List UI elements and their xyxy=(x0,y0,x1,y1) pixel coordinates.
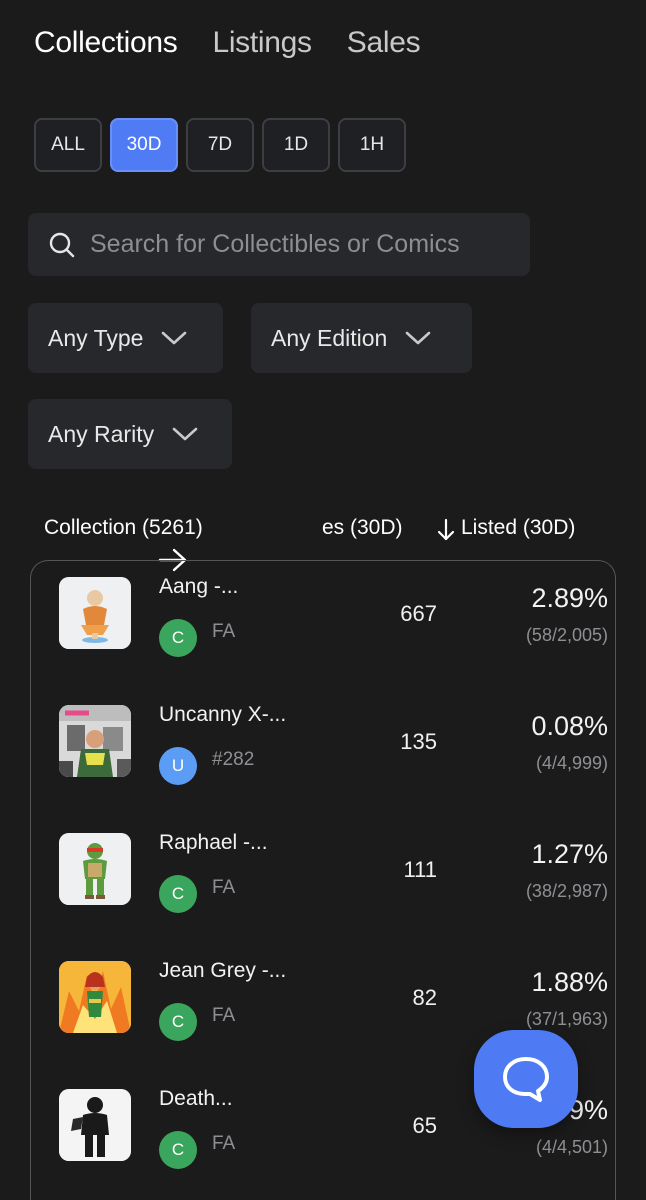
listed-ratio: (58/2,005) xyxy=(525,625,608,645)
edition-label: FA xyxy=(212,621,236,642)
tab-sales[interactable]: Sales xyxy=(347,26,421,60)
collectible-thumbnail xyxy=(59,961,131,1033)
listed-percent: 2.89% xyxy=(531,583,608,613)
rarity-badge: C xyxy=(159,1131,197,1169)
collectible-name: Aang -... xyxy=(159,575,239,598)
listed-ratio: (4/4,999) xyxy=(535,753,608,773)
edition-label: FA xyxy=(212,1005,236,1026)
arrow-down-icon[interactable] xyxy=(437,518,455,542)
listed-percent: 1.88% xyxy=(531,967,608,997)
tab-listings[interactable]: Listings xyxy=(212,26,312,60)
collectible-thumbnail xyxy=(59,1089,131,1161)
search-bar[interactable] xyxy=(28,213,530,276)
listed-percent: 0.08% xyxy=(531,711,608,741)
listed-ratio: (38/2,987) xyxy=(525,881,608,901)
rarity-dropdown-label: Any Rarity xyxy=(48,420,155,447)
period-30d-button[interactable]: 30D xyxy=(110,118,178,172)
search-icon xyxy=(49,232,75,257)
top-tabs: Collections Listings Sales xyxy=(34,26,421,60)
period-1d-button[interactable]: 1D xyxy=(262,118,330,172)
listed-column-header[interactable]: Listed (30D) xyxy=(461,516,575,540)
chevron-down-icon xyxy=(162,331,187,345)
sales-count: 667 xyxy=(400,601,437,626)
table-row[interactable]: Aang -... C FA 667 2.89% (58/2,005) xyxy=(31,561,617,689)
collectible-thumbnail xyxy=(59,705,131,777)
chevron-down-icon xyxy=(406,331,431,345)
collectible-name: Raphael -... xyxy=(159,831,268,854)
listed-ratio: (4/4,501) xyxy=(535,1137,608,1157)
rarity-badge: C xyxy=(159,619,197,657)
rarity-badge: C xyxy=(159,1003,197,1041)
collection-column-header[interactable]: Collection (5261) xyxy=(44,516,203,540)
search-input[interactable] xyxy=(90,230,510,259)
collectible-thumbnail xyxy=(59,577,131,649)
sales-count: 135 xyxy=(400,729,437,754)
rarity-dropdown[interactable]: Any Rarity xyxy=(28,399,232,469)
sales-count: 65 xyxy=(412,1113,437,1138)
chevron-down-icon xyxy=(172,427,198,441)
chat-button[interactable] xyxy=(474,1030,578,1128)
edition-label: FA xyxy=(212,877,236,898)
sales-count: 111 xyxy=(403,857,437,882)
period-filter-group: ALL 30D 7D 1D 1H xyxy=(34,118,406,172)
table-row[interactable]: Uncanny X-... U #282 135 0.08% (4/4,999) xyxy=(31,689,617,817)
rarity-badge: U xyxy=(159,747,197,785)
period-1h-button[interactable]: 1H xyxy=(338,118,406,172)
tab-collections[interactable]: Collections xyxy=(34,26,178,60)
edition-dropdown[interactable]: Any Edition xyxy=(251,303,472,373)
chat-bubble-icon xyxy=(503,1057,549,1102)
listed-percent: 1.27% xyxy=(531,839,608,869)
sales-count: 82 xyxy=(412,985,437,1010)
type-dropdown[interactable]: Any Type xyxy=(28,303,223,373)
edition-dropdown-label: Any Edition xyxy=(271,324,388,351)
collectible-name: Uncanny X-... xyxy=(159,703,287,726)
rarity-badge: C xyxy=(159,875,197,913)
edition-label: FA xyxy=(212,1133,236,1154)
period-7d-button[interactable]: 7D xyxy=(186,118,254,172)
collectible-name: Jean Grey -... xyxy=(159,959,287,982)
period-all-button[interactable]: ALL xyxy=(34,118,102,172)
collectible-thumbnail xyxy=(59,833,131,905)
edition-label: #282 xyxy=(212,749,255,770)
type-dropdown-label: Any Type xyxy=(48,324,144,351)
table-row[interactable]: Raphael -... C FA 111 1.27% (38/2,987) xyxy=(31,817,617,945)
sales-column-header[interactable]: es (30D) xyxy=(322,516,403,540)
collectible-name: Death... xyxy=(159,1087,233,1110)
listed-ratio: (37/1,963) xyxy=(525,1009,608,1029)
